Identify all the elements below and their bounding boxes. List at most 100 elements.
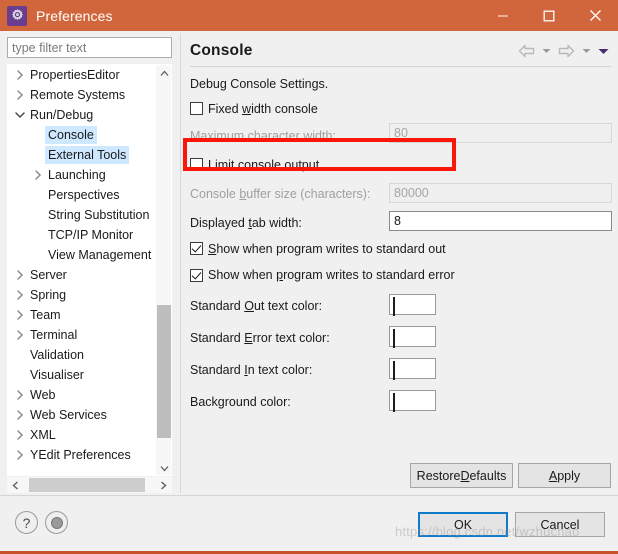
sidebar-item-string-substitution[interactable]: String Substitution: [8, 205, 156, 225]
maximize-button[interactable]: [526, 0, 572, 31]
standard-in-color-label: Standard In text color:: [190, 363, 313, 377]
standard-error-color-label: Standard Error text color:: [190, 331, 330, 345]
chevron-right-icon[interactable]: [12, 330, 27, 340]
standard-error-color-button[interactable]: [389, 326, 436, 348]
ok-button[interactable]: OK: [418, 512, 508, 537]
chevron-right-icon[interactable]: [12, 430, 27, 440]
sidebar-item-web-services[interactable]: Web Services: [8, 405, 156, 425]
preferences-tree: PropertiesEditor Remote Systems Run/Debug C…: [7, 64, 172, 476]
sidebar-item-team[interactable]: Team: [8, 305, 156, 325]
apply-button[interactable]: Apply: [518, 463, 611, 488]
max-char-width-input[interactable]: 80: [389, 123, 612, 143]
tree-scrollbar-thumb[interactable]: [157, 305, 171, 438]
hscrollbar-thumb[interactable]: [29, 478, 145, 492]
background-color-label: Background color:: [190, 395, 291, 409]
chevron-down-icon[interactable]: [12, 111, 27, 119]
sidebar-item-spring[interactable]: Spring: [8, 285, 156, 305]
tree-horizontal-scrollbar[interactable]: [7, 477, 172, 493]
limit-console-output-checkbox[interactable]: [190, 158, 203, 171]
forward-arrow-icon[interactable]: [557, 42, 576, 61]
sidebar-item-server[interactable]: Server: [8, 265, 156, 285]
back-arrow-icon[interactable]: [517, 42, 536, 61]
restore-defaults-button[interactable]: Restore Defaults: [410, 463, 513, 488]
sidebar-item-label: Visualiser: [30, 368, 84, 382]
window-title: Preferences: [36, 7, 113, 24]
sidebar-item-run-debug[interactable]: Run/Debug: [8, 105, 156, 125]
sidebar-item-label: Terminal: [30, 328, 78, 342]
view-menu-icon[interactable]: [597, 42, 610, 61]
sidebar-item-remote-systems[interactable]: Remote Systems: [8, 85, 156, 105]
chevron-right-icon[interactable]: [12, 310, 27, 320]
standard-error-color-row: Standard Error text color:: [190, 322, 612, 354]
sidebar-item-xml[interactable]: XML: [8, 425, 156, 445]
sidebar-item-visualiser[interactable]: Visualiser: [8, 365, 156, 385]
nav-icons: [517, 42, 610, 61]
scroll-down-icon[interactable]: [156, 460, 171, 475]
show-stdout-row[interactable]: Show when program writes to standard out: [190, 237, 612, 260]
chevron-right-icon[interactable]: [12, 390, 27, 400]
sidebar-item-tcp-ip-monitor[interactable]: TCP/IP Monitor: [8, 225, 156, 245]
chevron-right-icon[interactable]: [12, 90, 27, 100]
background-color-button[interactable]: [389, 390, 436, 412]
tab-width-label: Displayed tab width:: [190, 215, 302, 230]
tab-width-input[interactable]: 8: [389, 211, 612, 231]
sidebar-item-label: XML: [30, 428, 56, 442]
standard-out-color-button[interactable]: [389, 294, 436, 316]
scroll-up-icon[interactable]: [156, 65, 171, 82]
sidebar-item-yedit-preferences[interactable]: YEdit Preferences: [8, 445, 156, 465]
sidebar-item-label: Console: [45, 126, 97, 144]
chevron-right-icon[interactable]: [12, 450, 27, 460]
help-glyph: ?: [22, 514, 31, 531]
chevron-right-icon[interactable]: [30, 170, 45, 180]
standard-in-color-button[interactable]: [389, 358, 436, 380]
chevron-right-icon[interactable]: [12, 410, 27, 420]
disc-icon[interactable]: [45, 511, 68, 534]
sidebar-item-validation[interactable]: Validation: [8, 345, 156, 365]
chevron-right-icon[interactable]: [12, 70, 27, 80]
chevron-right-icon[interactable]: [12, 270, 27, 280]
chevron-right-icon[interactable]: [12, 290, 27, 300]
show-stderr-label: Show when program writes to standard err…: [208, 268, 455, 282]
buffer-size-label: Console buffer size (characters):: [190, 186, 371, 201]
search-input[interactable]: [7, 37, 172, 58]
sidebar-item-perspectives[interactable]: Perspectives: [8, 185, 156, 205]
buffer-size-input[interactable]: 80000: [389, 183, 612, 203]
standard-in-color-row: Standard In text color:: [190, 354, 612, 386]
buffer-size-row: Console buffer size (characters): 80000: [190, 179, 612, 208]
sidebar-item-propertieseditor[interactable]: PropertiesEditor: [8, 65, 156, 85]
back-chevron-down-icon[interactable]: [540, 42, 553, 61]
max-char-width-row: Maximum character width: 80: [190, 121, 612, 150]
limit-console-output-row[interactable]: Limit console output: [190, 150, 612, 179]
tree-vertical-scrollbar[interactable]: [155, 65, 171, 475]
sidebar-item-terminal[interactable]: Terminal: [8, 325, 156, 345]
forward-chevron-down-icon[interactable]: [580, 42, 593, 61]
disc-glyph: [50, 516, 63, 529]
sidebar-item-label: YEdit Preferences: [30, 448, 131, 462]
fixed-width-console-checkbox[interactable]: [190, 102, 203, 115]
sidebar-item-view-management[interactable]: View Management: [8, 245, 156, 265]
close-button[interactable]: [572, 0, 618, 31]
show-stderr-checkbox[interactable]: [190, 268, 203, 282]
sidebar-item-web[interactable]: Web: [8, 385, 156, 405]
show-stdout-checkbox[interactable]: [190, 242, 203, 255]
scroll-left-icon[interactable]: [7, 477, 24, 493]
show-stderr-row[interactable]: Show when program writes to standard err…: [190, 260, 612, 290]
sidebar-item-console[interactable]: Console: [8, 125, 156, 145]
cancel-button[interactable]: Cancel: [515, 512, 605, 537]
filter-field-wrapper: [7, 37, 172, 58]
minimize-button[interactable]: [480, 0, 526, 31]
sidebar-item-label: Spring: [30, 288, 67, 302]
background-color-row: Background color:: [190, 386, 612, 418]
scroll-right-icon[interactable]: [155, 477, 172, 493]
sidebar-item-launching[interactable]: Launching: [8, 165, 156, 185]
sidebar-item-external-tools[interactable]: External Tools: [8, 145, 156, 165]
console-settings-form: Debug Console Settings. Fixed width cons…: [190, 72, 612, 418]
standard-in-color-swatch: [393, 361, 395, 380]
standard-out-color-label: Standard Out text color:: [190, 299, 323, 313]
pane-divider[interactable]: [180, 33, 181, 493]
page-title: Console: [190, 42, 253, 59]
fixed-width-console-row[interactable]: Fixed width console: [190, 96, 612, 121]
sidebar-item-label: PropertiesEditor: [30, 68, 120, 82]
help-icon[interactable]: ?: [15, 511, 38, 534]
background-color-swatch: [393, 393, 395, 412]
